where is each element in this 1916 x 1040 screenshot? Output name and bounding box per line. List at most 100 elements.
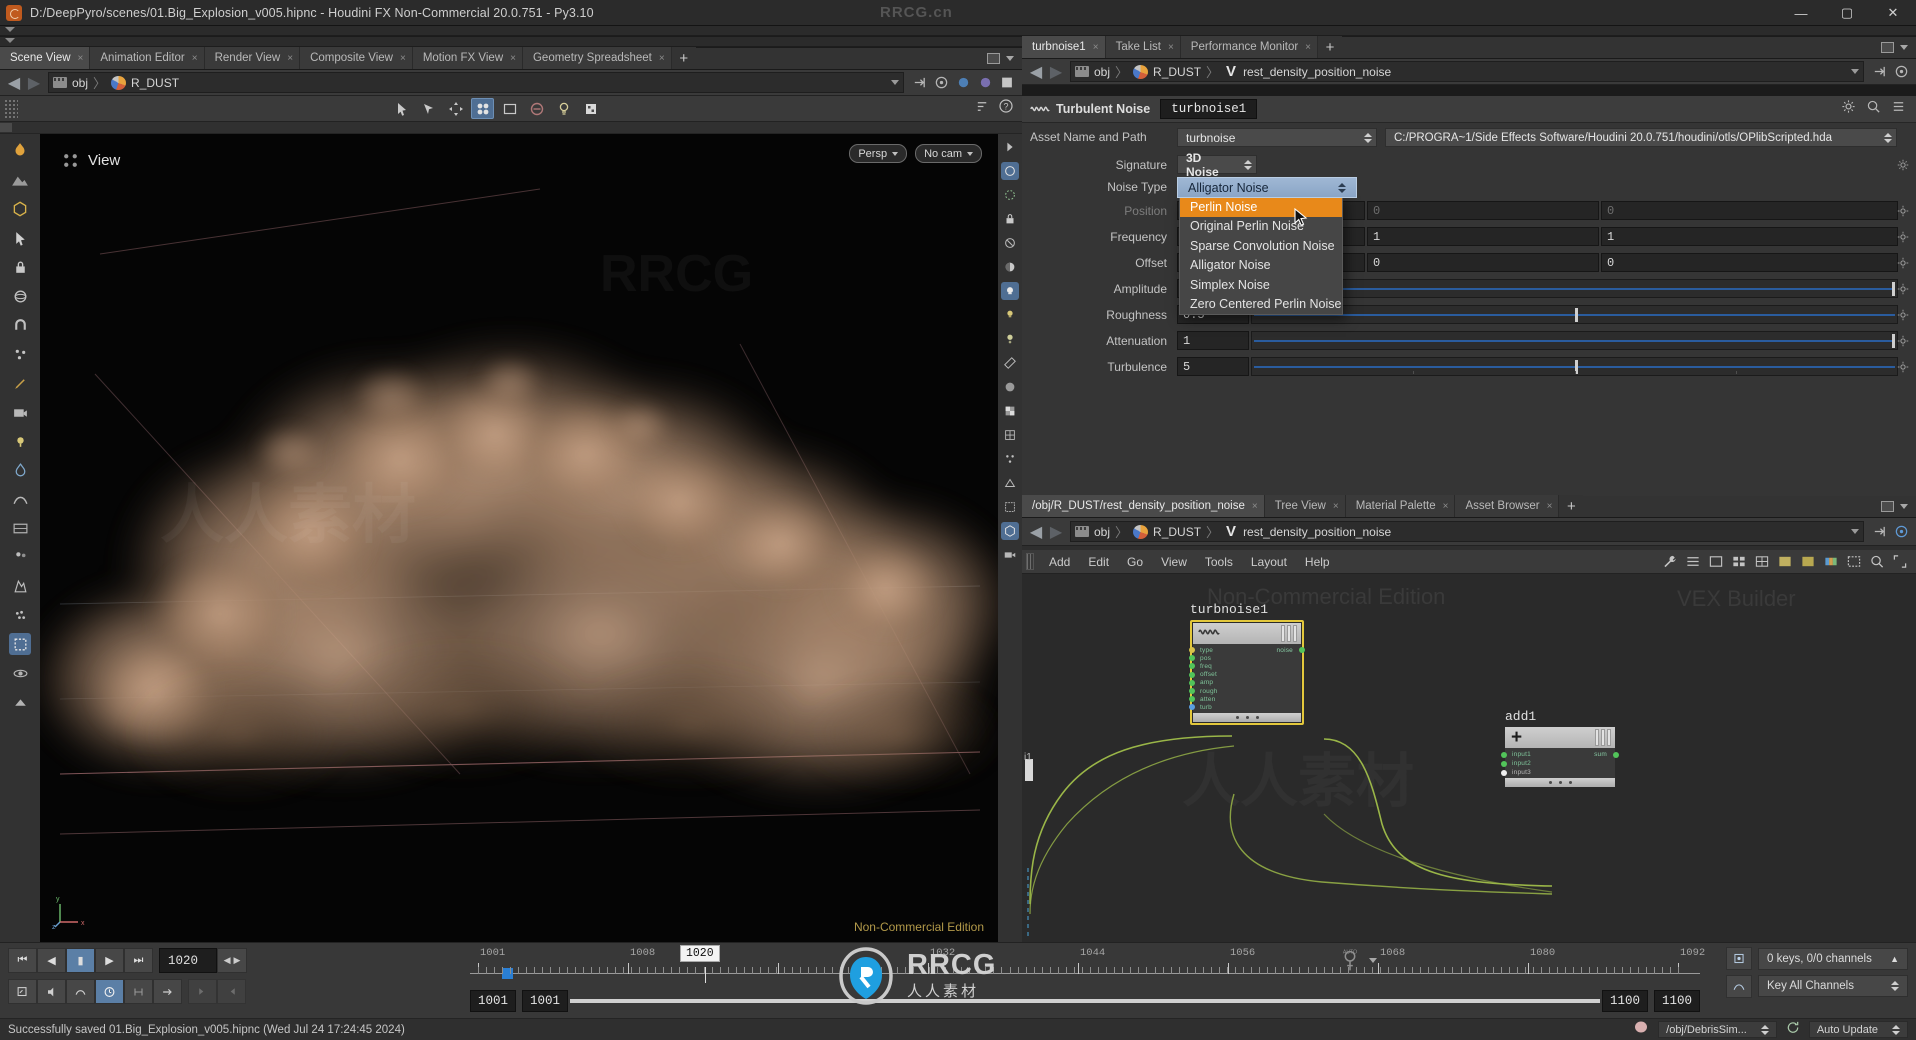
path-forward-icon[interactable]: ▶ — [24, 73, 44, 93]
port-dot-icon[interactable] — [1189, 671, 1195, 678]
param-pin-icon[interactable] — [1868, 62, 1890, 82]
tab-network-add[interactable]: + — [1559, 495, 1584, 517]
port-pos[interactable]: pos — [1189, 654, 1301, 662]
wrench-icon[interactable] — [1662, 554, 1678, 569]
sim-node-stepper[interactable] — [1753, 1024, 1769, 1035]
grid-layout-icon[interactable] — [1731, 554, 1747, 569]
channel-icon[interactable] — [1726, 975, 1752, 998]
network-path-dropdown-icon[interactable] — [1851, 529, 1859, 534]
tab-close-icon[interactable]: × — [659, 53, 665, 64]
port-dot-icon[interactable] — [1613, 751, 1619, 758]
port-dot-icon[interactable] — [1189, 696, 1195, 703]
param-target-icon[interactable] — [1890, 62, 1912, 82]
range-end-field[interactable]: 1100 — [1601, 990, 1648, 1012]
noise-type-option-0[interactable]: Perlin Noise — [1180, 197, 1342, 217]
sim-indicator-icon[interactable] — [1632, 1019, 1650, 1040]
keyframe-icon[interactable] — [1726, 947, 1752, 970]
next-key-button[interactable] — [217, 979, 246, 1004]
noise-type-option-5[interactable]: Zero Centered Perlin Noise — [1180, 295, 1342, 315]
tabbar-window-controls[interactable] — [987, 47, 1022, 69]
realtime-toggle[interactable] — [95, 979, 124, 1004]
amplitude-gear-icon[interactable] — [1896, 282, 1910, 296]
key-mode-stepper[interactable] — [1883, 981, 1899, 991]
display-options-icon[interactable] — [579, 98, 602, 119]
net-breadcrumb-vop[interactable]: V rest_density_position_noise — [1224, 524, 1391, 539]
status-bar-right[interactable]: /obj/DebrisSim... Auto Update — [1632, 1019, 1916, 1040]
flame-tool-icon[interactable] — [9, 140, 31, 162]
menu-help[interactable]: Help — [1296, 555, 1339, 569]
light-tool-icon[interactable] — [9, 430, 31, 452]
camera-dropdown[interactable]: No cam — [915, 144, 982, 163]
network-menubar[interactable]: Add Edit Go View Tools Layout Help — [1022, 550, 1916, 574]
magnet-tool-icon[interactable] — [9, 314, 31, 336]
material-icon[interactable] — [1001, 378, 1019, 396]
attenuation-slider[interactable] — [1251, 331, 1898, 350]
headlight-icon[interactable] — [1001, 282, 1019, 300]
minimize-button[interactable]: — — [1778, 0, 1824, 26]
asset-path-combo[interactable]: C:/PROGRA~1/Side Effects Software/Houdin… — [1385, 128, 1897, 147]
ghost-geometry-icon[interactable] — [1001, 186, 1019, 204]
viewport-right-toolbar[interactable] — [998, 134, 1022, 942]
normals-icon[interactable] — [1001, 474, 1019, 492]
display-flag-icon[interactable] — [952, 73, 974, 93]
update-mode-stepper[interactable] — [1884, 1024, 1900, 1035]
auto-key-chevron-icon[interactable] — [1369, 957, 1377, 963]
keyframe-marker[interactable] — [502, 968, 513, 979]
attenuation-field[interactable]: 1 — [1177, 331, 1249, 350]
shading-mode-icon[interactable] — [1001, 258, 1019, 276]
tab-sceneview-4[interactable]: Motion FX View × — [412, 47, 523, 69]
parameter-search-icon[interactable] — [1866, 99, 1881, 119]
range-end2-field[interactable]: 1100 — [1653, 990, 1700, 1012]
param-breadcrumb-rdust[interactable]: R_DUST 〉 — [1133, 62, 1224, 81]
tabbar-window-controls[interactable] — [1881, 495, 1916, 517]
fluid-tool-icon[interactable] — [9, 459, 31, 481]
obj-path-bar[interactable]: ◀ ▶ obj 〉 R_DUST — [0, 70, 1022, 96]
viewport-select-tools[interactable] — [390, 98, 602, 119]
tab-close-icon[interactable]: × — [78, 53, 84, 64]
menu-view[interactable]: View — [1152, 555, 1196, 569]
auto-key-icon[interactable] — [8, 979, 37, 1004]
parameter-breadcrumb[interactable]: obj 〉 R_DUST 〉 V rest_density_position_n… — [1070, 61, 1864, 82]
turbulence-row[interactable]: Turbulence 5 — [1022, 357, 1916, 379]
obj-breadcrumb[interactable]: obj 〉 R_DUST — [48, 72, 904, 93]
particles-icon[interactable] — [9, 343, 31, 365]
amplitude-row[interactable]: Amplitude 1 — [1022, 279, 1916, 301]
tab-close-icon[interactable]: × — [400, 53, 406, 64]
param-back-icon[interactable]: ◀ — [1026, 62, 1046, 82]
network-target-icon[interactable] — [1890, 522, 1912, 542]
light-bulb-icon[interactable] — [1001, 306, 1019, 324]
port-dot-icon[interactable] — [1501, 769, 1507, 776]
amplitude-slider-handle[interactable] — [1892, 282, 1895, 296]
panel-menu-chevron-icon[interactable] — [1006, 55, 1014, 61]
node-turbnoise1-header[interactable] — [1193, 623, 1301, 644]
node-turbnoise1[interactable]: turbnoise1 type noise pos freq offset am… — [1189, 602, 1305, 725]
snapshot-icon[interactable] — [498, 98, 521, 119]
viewport-3d-canvas[interactable]: View Persp No cam Non-Commercial Edition… — [40, 134, 998, 942]
tabbar-window-controls[interactable] — [1881, 36, 1916, 58]
asset-name-combo[interactable]: turbnoise — [1177, 128, 1377, 147]
menu-layout[interactable]: Layout — [1242, 555, 1296, 569]
path-dropdown-icon[interactable] — [891, 80, 899, 85]
port-dot-icon[interactable] — [1189, 688, 1195, 695]
tab-param-0[interactable]: turbnoise1 × — [1022, 36, 1106, 58]
range-start-field[interactable]: 1001 — [470, 990, 517, 1012]
tab-close-icon[interactable]: × — [287, 53, 293, 64]
points-icon[interactable] — [1001, 450, 1019, 468]
key-mode-dropdown[interactable]: Key All Channels — [1758, 975, 1908, 997]
param-breadcrumb-obj[interactable]: obj 〉 — [1075, 62, 1133, 81]
roughness-row[interactable]: Roughness 0.5 — [1022, 305, 1916, 327]
node-turbnoise1-ports[interactable]: type noise pos freq offset amp rough att… — [1189, 644, 1305, 713]
pin-icon[interactable] — [908, 73, 930, 93]
port-input1[interactable]: input1 sum — [1501, 750, 1619, 759]
arrow-select-icon[interactable] — [9, 227, 31, 249]
lock-view-icon[interactable] — [1001, 210, 1019, 228]
lock-icon[interactable] — [9, 256, 31, 278]
node-add1-body[interactable]: + input1 sum input2 input3 — [1501, 727, 1619, 787]
viewport-toolbar-right[interactable]: ? — [975, 98, 1014, 119]
current-frame-field[interactable]: 1020 — [159, 948, 217, 973]
tab-close-icon[interactable]: × — [1093, 42, 1099, 53]
bounds-icon[interactable] — [1001, 498, 1019, 516]
step-back-button[interactable]: ◀ — [37, 948, 66, 973]
tab-network-0[interactable]: /obj/R_DUST/rest_density_position_noise × — [1022, 495, 1265, 517]
node-name-field[interactable]: turbnoise1 — [1160, 99, 1258, 119]
